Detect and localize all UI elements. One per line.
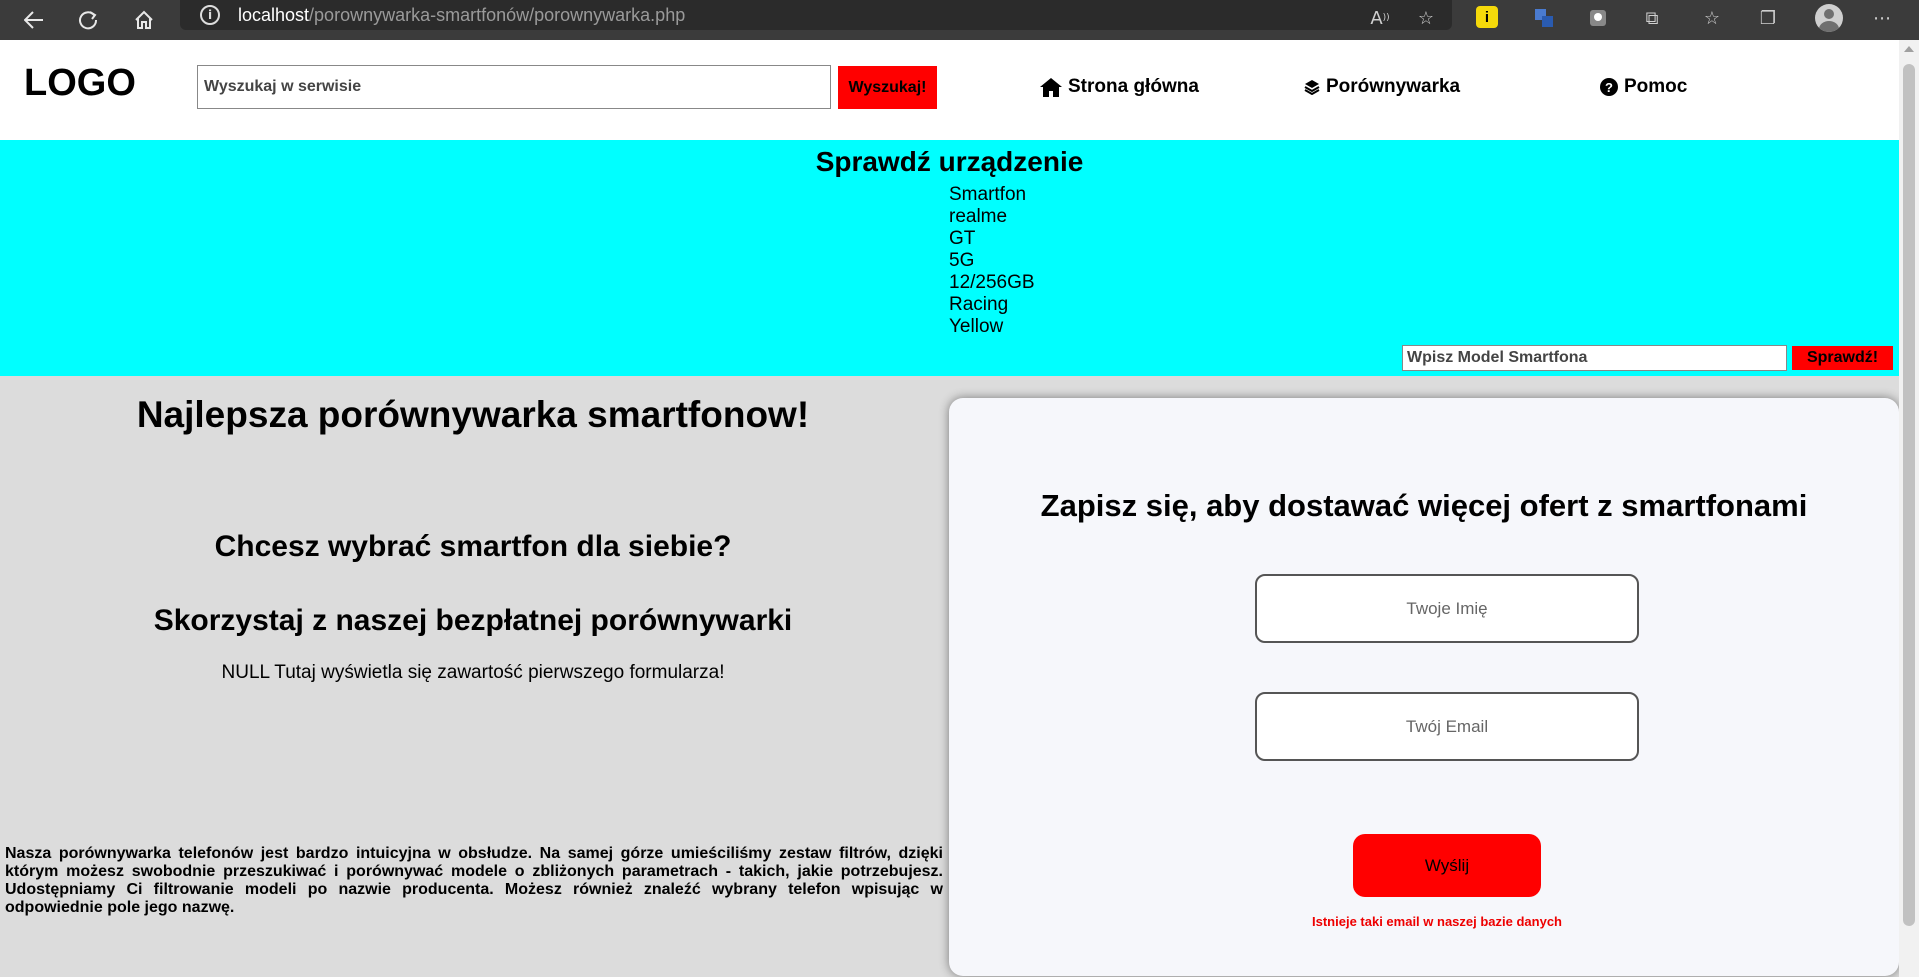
profile-avatar[interactable] [1815, 4, 1843, 32]
page-content: LOGO Wyszukaj! Strona główna Porównywark… [0, 40, 1899, 977]
send-button[interactable]: Wyślij [1353, 834, 1541, 897]
device-check-section: Sprawdź urządzenie Smartfon realme GT 5G… [0, 140, 1899, 376]
extension-icon[interactable]: i [1476, 6, 1498, 28]
form-output-text: NULL Tutaj wyświetla się zawartość pierw… [221, 662, 725, 683]
scrollbar-thumb[interactable] [1903, 64, 1915, 926]
reload-icon[interactable] [74, 6, 102, 34]
svg-text:?: ? [1605, 80, 1613, 95]
url-path: /porownywarka-smartfonów/porownywarka.ph… [309, 4, 686, 25]
device-check-title: Sprawdź urządzenie [815, 146, 1084, 177]
check-button[interactable]: Sprawdź! [1792, 346, 1893, 370]
main-subtitle: Chcesz wybrać smartfon dla siebie? [214, 530, 732, 563]
main-section: Najlepsza porównywarka smartfonow! Chces… [0, 376, 1899, 977]
more-menu-icon[interactable]: ⋯ [1868, 4, 1896, 32]
page-scrollbar[interactable] [1899, 40, 1919, 977]
question-icon: ? [1600, 78, 1618, 96]
site-header: LOGO Wyszukaj! Strona główna Porównywark… [0, 40, 1899, 140]
main-title: Najlepsza porównywarka smartfonow! [136, 394, 810, 435]
url-host: localhost [238, 4, 310, 25]
device-spec-line: GT [949, 228, 976, 249]
device-spec-line: Yellow [949, 316, 1004, 337]
search-input[interactable] [197, 65, 831, 109]
signup-card: Zapisz się, aby dostawać więcej ofert z … [949, 398, 1899, 976]
extensions-puzzle-icon[interactable]: ⧉ [1638, 4, 1666, 32]
device-spec-line: Racing [949, 294, 1009, 315]
site-info-icon[interactable]: i [200, 5, 220, 25]
translate-icon[interactable] [1530, 4, 1558, 32]
model-input[interactable] [1402, 345, 1787, 371]
device-spec-line: realme [949, 206, 1008, 227]
device-spec-line: 5G [949, 250, 975, 271]
home-icon [1040, 77, 1062, 97]
search-button[interactable]: Wyszukaj! [838, 66, 937, 109]
nav-help-label: Pomoc [1624, 76, 1688, 97]
name-field[interactable] [1255, 574, 1639, 643]
home-browser-icon[interactable] [130, 6, 158, 34]
favorite-add-icon[interactable]: ☆ [1412, 4, 1440, 32]
nav-home[interactable]: Strona główna [1040, 76, 1199, 98]
layers-icon [1304, 79, 1320, 95]
back-arrow-icon[interactable] [20, 6, 48, 34]
device-spec-line: 12/256GB [949, 272, 1035, 293]
main-subtitle-2: Skorzystaj z naszej bezpłatnej porównywa… [153, 604, 793, 637]
address-bar[interactable]: i localhost/porownywarka-smartfonów/poro… [180, 0, 1452, 30]
browser-toolbar: i localhost/porownywarka-smartfonów/poro… [0, 0, 1919, 40]
email-field[interactable] [1255, 692, 1639, 761]
favorites-icon[interactable]: ☆ [1698, 4, 1726, 32]
error-message: Istnieje taki email w naszej bazie danyc… [1312, 914, 1562, 929]
device-spec-line: Smartfon [949, 184, 1027, 205]
nav-home-label: Strona główna [1068, 76, 1199, 97]
collections-icon[interactable]: ❐ [1754, 4, 1782, 32]
lightbulb-icon[interactable] [1584, 4, 1612, 32]
scroll-up-arrow-icon[interactable] [1904, 46, 1914, 52]
description-paragraph: Nasza porównywarka telefonów jest bardzo… [5, 845, 943, 916]
nav-help[interactable]: ? Pomoc [1600, 76, 1687, 98]
nav-comparator[interactable]: Porównywarka [1304, 76, 1460, 98]
read-aloud-icon[interactable]: A)) [1366, 4, 1394, 32]
logo[interactable]: LOGO [24, 62, 136, 105]
signup-title: Zapisz się, aby dostawać więcej ofert z … [1040, 488, 1808, 523]
device-spec-list: Smartfon realme GT 5G 12/256GB Racing Ye… [949, 184, 1035, 338]
nav-comparator-label: Porównywarka [1326, 76, 1461, 97]
